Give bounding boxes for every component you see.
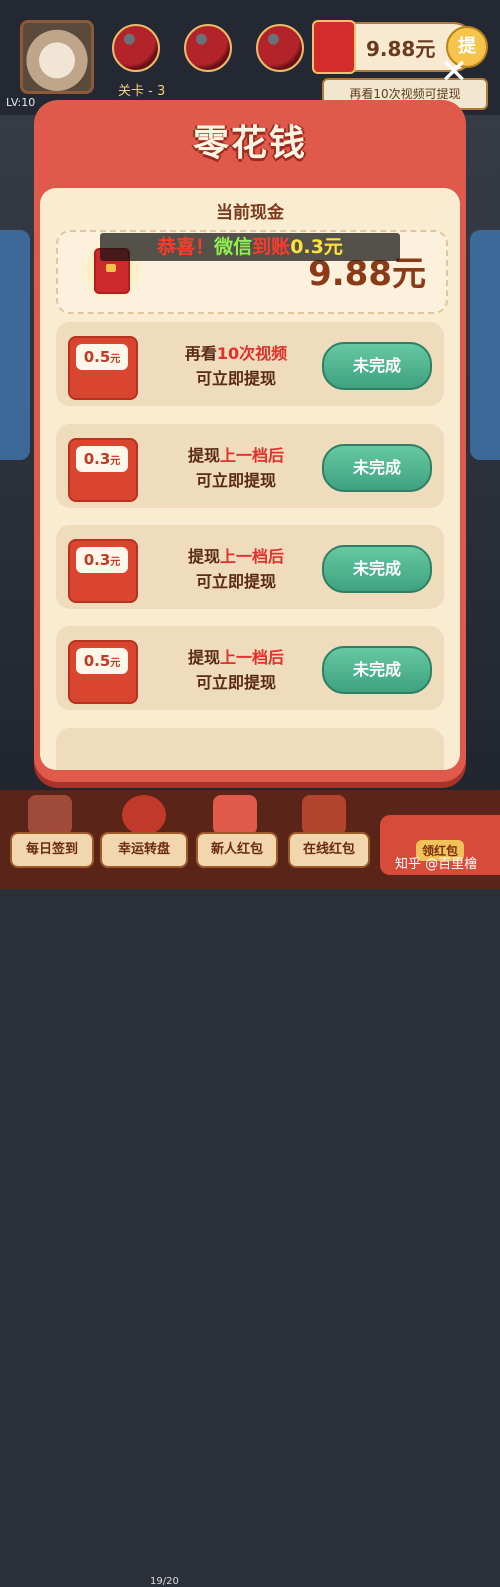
- gift-icon: [213, 795, 257, 835]
- task-status-button[interactable]: 未完成: [322, 444, 432, 492]
- task-status-button[interactable]: 未完成: [322, 545, 432, 593]
- withdraw-task-partial: [56, 728, 444, 770]
- red-envelope-icon: 0.3元: [68, 539, 138, 603]
- game-top-bar: LV:10 关卡 - 3 9.88元 提 再看10次视频可提现: [0, 0, 500, 115]
- nav-newbie-envelope[interactable]: 新人红包: [196, 832, 278, 868]
- withdraw-task: 0.3元 提现上一档后 可立即提现 未完成: [56, 424, 444, 508]
- nav-online-envelope[interactable]: 在线红包: [288, 832, 370, 868]
- current-cash-label: 当前现金: [216, 203, 284, 223]
- task-status-button[interactable]: 未完成: [322, 646, 432, 694]
- player-level: LV:10: [6, 96, 36, 109]
- close-icon[interactable]: ✕: [437, 55, 471, 89]
- toast-arrived: 到账: [252, 236, 291, 258]
- task-condition: 提现上一档后: [187, 547, 285, 566]
- watermark: 知乎 @百里檜: [395, 857, 478, 872]
- board-tiles-left: [0, 230, 30, 460]
- task-subtext: 可立即提现: [195, 572, 276, 591]
- task-subtext: 可立即提现: [195, 471, 276, 490]
- task-condition: 提现上一档后: [187, 648, 285, 667]
- task-amount: 0.5元: [76, 648, 128, 674]
- toast-amount: 0.3元: [290, 236, 343, 258]
- withdraw-task: 0.3元 提现上一档后 可立即提现 未完成: [56, 525, 444, 609]
- red-envelope-icon: 0.3元: [68, 438, 138, 502]
- task-amount: 0.5元: [76, 344, 128, 370]
- success-toast: 恭喜！微信到账0.3元: [100, 233, 400, 261]
- task-subtext: 可立即提现: [195, 369, 276, 388]
- task-amount: 0.3元: [76, 446, 128, 472]
- stage-label: 关卡 - 3: [118, 84, 166, 99]
- toast-congrats: 恭喜！: [157, 236, 215, 258]
- task-condition: 再看10次视频: [184, 344, 288, 363]
- task-amount: 0.3元: [76, 547, 128, 573]
- cash-balance: 9.88元: [366, 37, 436, 61]
- modal-title: 零花钱: [192, 123, 307, 164]
- red-envelope-ball-icon[interactable]: [112, 24, 160, 72]
- red-envelope-ball-icon[interactable]: [184, 24, 232, 72]
- red-envelope-ball-icon[interactable]: [256, 24, 304, 72]
- red-envelope-icon: [312, 20, 356, 74]
- toast-wechat: 微信: [214, 236, 253, 258]
- wheel-icon: [122, 795, 166, 835]
- nav-lucky-wheel[interactable]: 幸运转盘: [100, 832, 188, 868]
- withdraw-task: 0.5元 提现上一档后 可立即提现 未完成: [56, 626, 444, 710]
- board-tiles-right: [470, 230, 500, 460]
- player-avatar[interactable]: [20, 20, 94, 94]
- task-status-button[interactable]: 未完成: [322, 342, 432, 390]
- task-subtext: 可立即提现: [195, 673, 276, 692]
- red-envelope-icon: 0.5元: [68, 336, 138, 400]
- nav-daily-checkin[interactable]: 每日签到: [10, 832, 94, 868]
- modal-body: 当前现金 9.88元 0.5元 再看10次视频 可立即提现 未完成 0.3元 提…: [40, 188, 460, 770]
- level-progress: 19/20: [150, 1576, 179, 1587]
- task-condition: 提现上一档后: [187, 446, 285, 465]
- calendar-icon: [28, 795, 72, 835]
- withdraw-task: 0.5元 再看10次视频 可立即提现 未完成: [56, 322, 444, 406]
- red-envelope-icon: 0.5元: [68, 640, 138, 704]
- pocket-money-modal: 零花钱 当前现金 9.88元 0.5元 再看10次视频 可立即提现 未完成 0.…: [34, 100, 466, 782]
- online-envelope-icon: [302, 795, 346, 835]
